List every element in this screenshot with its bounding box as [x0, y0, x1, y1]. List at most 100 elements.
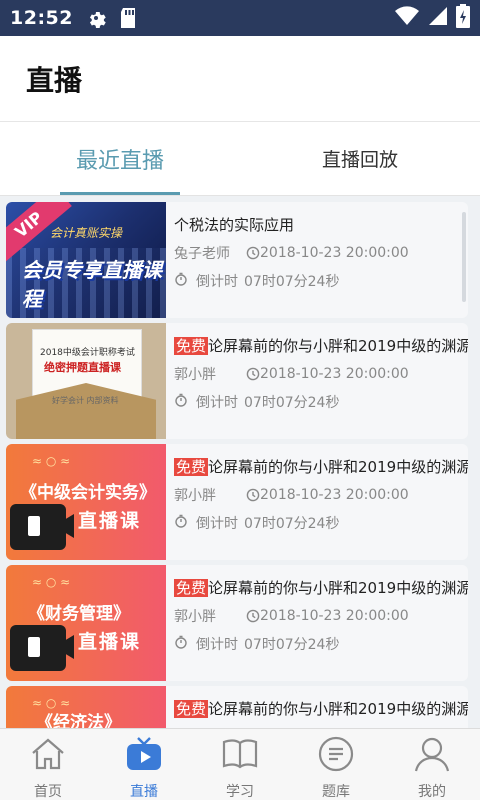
countdown-value: 07时07分24秒 — [244, 274, 340, 290]
item-title: 免费 论屏幕前的你与小胖和2019中级的渊源 — [174, 698, 468, 719]
item-info: 免费 论屏幕前的你与小胖和2019中级的渊源 — [166, 686, 468, 728]
live-list-item[interactable]: ≈ ○ ≈ 《财务管理》 直播课 免费 论屏幕前的你与小胖和2019中级的渊源 郭… — [6, 565, 468, 681]
live-list-item[interactable]: 2018中级会计职称考试 绝密押题直播课 好学会计 内部资料 免费 论屏幕前的你与… — [6, 323, 468, 439]
nav-profile[interactable]: 我的 — [384, 729, 480, 800]
status-time: 12:52 — [10, 7, 73, 29]
countdown-label: 倒计时 — [196, 274, 238, 290]
tab-label: 直播回放 — [321, 149, 398, 171]
tab-label: 最近直播 — [75, 148, 164, 174]
live-list-item[interactable]: ≈ ○ ≈ 《中级会计实务》 直播课 免费 论屏幕前的你与小胖和2019中级的渊源… — [6, 444, 468, 560]
tv-icon — [124, 735, 164, 773]
item-title-text: 论屏幕前的你与小胖和2019中级的渊源 — [208, 458, 468, 476]
tab-bar: 最近直播 直播回放 — [0, 122, 480, 196]
signal-icon — [428, 6, 448, 30]
item-meta: 郭小胖 2018-10-23 20:00:00 — [174, 485, 468, 505]
teacher-name: 郭小胖 — [174, 609, 216, 625]
item-title: 免费 论屏幕前的你与小胖和2019中级的渊源 — [174, 335, 468, 356]
thumb-course-title: 《财务管理》 — [28, 604, 130, 624]
tab-live-replay[interactable]: 直播回放 — [240, 122, 480, 195]
item-info: 免费 论屏幕前的你与小胖和2019中级的渊源 郭小胖 2018-10-23 20:… — [166, 323, 468, 439]
live-list[interactable]: VIP 会计真账实操 会员专享直播课程 个税法的实际应用 兔子老师 2018-1… — [0, 196, 480, 728]
svg-text:x: x — [411, 18, 417, 26]
free-tag: 免费 — [174, 700, 209, 718]
live-datetime: 2018-10-23 20:00:00 — [260, 245, 409, 261]
item-info: 个税法的实际应用 兔子老师 2018-10-23 20:00:00 倒计时 07… — [166, 202, 468, 318]
countdown-label: 倒计时 — [196, 516, 238, 532]
sd-card-icon — [119, 7, 137, 29]
free-tag: 免费 — [174, 458, 209, 476]
nav-study[interactable]: 学习 — [192, 729, 288, 800]
profile-icon — [412, 735, 452, 773]
page-title: 直播 — [26, 63, 83, 97]
item-info: 免费 论屏幕前的你与小胖和2019中级的渊源 郭小胖 2018-10-23 20:… — [166, 565, 468, 681]
item-title-text: 论屏幕前的你与小胖和2019中级的渊源 — [208, 700, 468, 718]
free-tag: 免费 — [174, 337, 209, 355]
nav-question-bank[interactable]: 题库 — [288, 729, 384, 800]
item-title-text: 论屏幕前的你与小胖和2019中级的渊源 — [208, 579, 468, 597]
question-bank-icon — [316, 735, 356, 773]
timer-icon — [174, 514, 188, 532]
live-datetime: 2018-10-23 20:00:00 — [260, 608, 409, 624]
tab-recent-live[interactable]: 最近直播 — [0, 122, 240, 195]
item-title-text: 个税法的实际应用 — [174, 216, 295, 234]
free-tag: 免费 — [174, 579, 209, 597]
live-list-item[interactable]: VIP 会计真账实操 会员专享直播课程 个税法的实际应用 兔子老师 2018-1… — [6, 202, 468, 318]
wave-decoration: ≈ ○ ≈ — [32, 454, 71, 468]
thumb-line2: 绝密押题直播课 — [44, 361, 121, 374]
bottom-nav: 首页 直播 学习 题库 我的 — [0, 728, 480, 800]
wifi-icon: x — [394, 6, 420, 30]
course-thumbnail: 2018中级会计职称考试 绝密押题直播课 好学会计 内部资料 — [6, 323, 166, 439]
item-meta: 郭小胖 2018-10-23 20:00:00 — [174, 364, 468, 384]
clock-icon — [246, 609, 260, 623]
thumb-subtitle: 会计真账实操 — [50, 226, 123, 240]
live-datetime: 2018-10-23 20:00:00 — [260, 366, 409, 382]
thumb-course-label: 直播课 — [78, 510, 142, 532]
item-title: 免费 论屏幕前的你与小胖和2019中级的渊源 — [174, 456, 468, 477]
countdown: 倒计时 07时07分24秒 — [174, 634, 468, 654]
nav-label: 首页 — [34, 784, 62, 800]
nav-label: 学习 — [226, 784, 254, 800]
item-meta: 郭小胖 2018-10-23 20:00:00 — [174, 606, 468, 626]
nav-live[interactable]: 直播 — [96, 729, 192, 800]
thumb-line1: 2018中级会计职称考试 — [40, 348, 135, 358]
battery-icon — [456, 4, 470, 32]
countdown: 倒计时 07时07分24秒 — [174, 392, 468, 412]
clock-icon — [246, 367, 260, 381]
camera-mark-shape — [28, 637, 40, 657]
timer-icon — [174, 635, 188, 653]
app-bar: 直播 — [0, 36, 480, 122]
thumb-course-title: 《中级会计实务》 — [20, 483, 156, 503]
countdown-value: 07时07分24秒 — [244, 516, 340, 532]
countdown-value: 07时07分24秒 — [244, 395, 340, 411]
item-title: 个税法的实际应用 — [174, 214, 468, 235]
course-thumbnail: ≈ ○ ≈ 《经济法》 — [6, 686, 166, 728]
nav-label: 题库 — [322, 784, 350, 800]
thumb-course-label: 直播课 — [78, 631, 142, 653]
live-list-item[interactable]: ≈ ○ ≈ 《经济法》 免费 论屏幕前的你与小胖和2019中级的渊源 — [6, 686, 468, 728]
camera-mark-shape — [28, 516, 40, 536]
home-icon — [28, 735, 68, 773]
teacher-name: 郭小胖 — [174, 488, 216, 504]
wave-decoration: ≈ ○ ≈ — [32, 575, 71, 589]
teacher-name: 兔子老师 — [174, 246, 230, 262]
scrollbar[interactable] — [462, 212, 466, 302]
nav-label: 直播 — [130, 784, 158, 800]
clock-icon — [246, 488, 260, 502]
countdown: 倒计时 07时07分24秒 — [174, 271, 468, 291]
timer-icon — [174, 393, 188, 411]
thumb-headline: 会员专享直播课程 — [22, 258, 162, 311]
live-datetime: 2018-10-23 20:00:00 — [260, 487, 409, 503]
timer-icon — [174, 272, 188, 290]
course-thumbnail: VIP 会计真账实操 会员专享直播课程 — [6, 202, 166, 318]
clock-icon — [246, 246, 260, 260]
teacher-name: 郭小胖 — [174, 367, 216, 383]
countdown: 倒计时 07时07分24秒 — [174, 513, 468, 533]
book-icon — [220, 735, 260, 773]
countdown-label: 倒计时 — [196, 395, 238, 411]
item-title-text: 论屏幕前的你与小胖和2019中级的渊源 — [208, 337, 468, 355]
countdown-label: 倒计时 — [196, 637, 238, 653]
thumb-line3: 好学会计 内部资料 — [52, 396, 119, 405]
nav-label: 我的 — [418, 784, 446, 800]
settings-gear-icon — [85, 7, 107, 29]
nav-home[interactable]: 首页 — [0, 729, 96, 800]
